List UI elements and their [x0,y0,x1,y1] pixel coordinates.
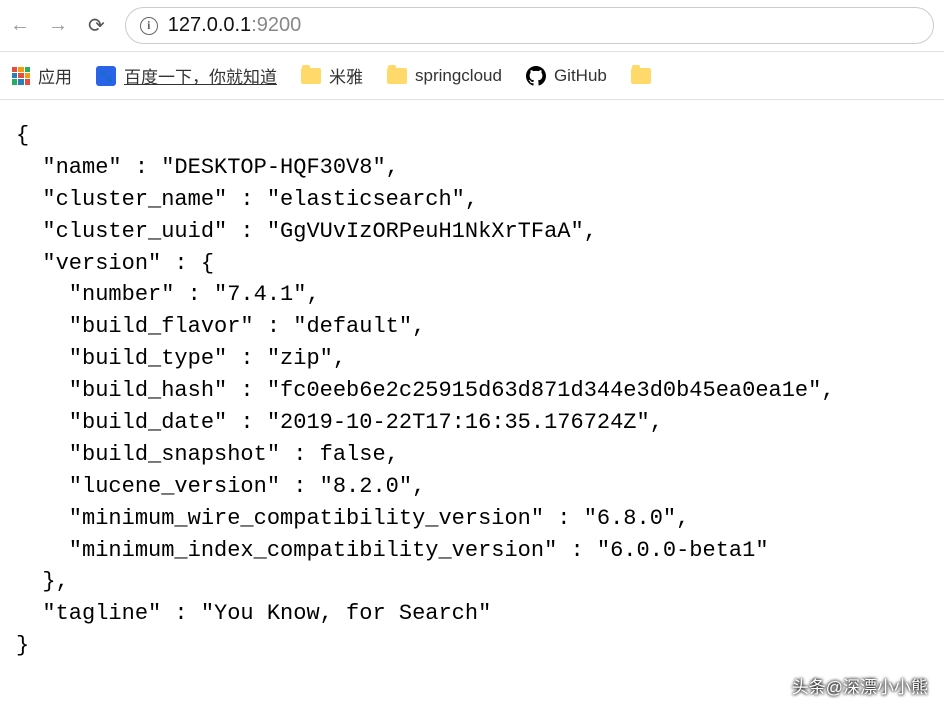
bookmark-folder-miya[interactable]: 米雅 [301,63,363,88]
bookmark-folder-springcloud[interactable]: springcloud [387,66,502,86]
json-line: "minimum_index_compatibility_version" : … [16,538,769,563]
bookmark-folder2-label: springcloud [415,66,502,86]
json-response-body: { "name" : "DESKTOP-HQF30V8", "cluster_n… [0,100,944,682]
json-line: "name" : "DESKTOP-HQF30V8", [16,155,399,180]
json-line: "build_flavor" : "default", [16,314,425,339]
bookmark-folder-extra[interactable] [631,68,651,84]
json-line: }, [16,569,69,594]
bookmark-github[interactable]: GitHub [526,66,607,86]
reload-button[interactable]: ⟳ [88,13,105,38]
json-line: "number" : "7.4.1", [16,282,320,307]
url-host: 127.0.0.1 [168,14,251,37]
json-line: "cluster_name" : "elasticsearch", [16,187,478,212]
json-line: "cluster_uuid" : "GgVUvIzORPeuH1NkXrTFaA… [16,219,597,244]
json-line: "tagline" : "You Know, for Search" [16,601,491,626]
github-icon [526,66,546,86]
bookmark-baidu-label: 百度一下，你就知道 [124,63,277,88]
folder-icon [301,68,321,84]
json-line: } [16,633,29,658]
json-line: { [16,123,29,148]
json-line: "lucene_version" : "8.2.0", [16,474,425,499]
folder-icon [631,68,651,84]
bookmark-folder1-label: 米雅 [329,63,363,88]
forward-button[interactable]: → [48,14,68,37]
watermark: 头条@深漂小小熊 [792,673,928,698]
info-icon[interactable]: i [140,17,158,35]
bookmark-github-label: GitHub [554,66,607,86]
bookmarks-bar: 应用 🐾 百度一下，你就知道 米雅 springcloud GitHub [0,52,944,100]
json-line: "build_type" : "zip", [16,346,346,371]
folder-icon [387,68,407,84]
json-line: "build_date" : "2019-10-22T17:16:35.1767… [16,410,663,435]
json-line: "build_snapshot" : false, [16,442,399,467]
json-line: "build_hash" : "fc0eeb6e2c25915d63d871d3… [16,378,835,403]
apps-button[interactable]: 应用 [12,63,72,88]
address-bar[interactable]: i 127.0.0.1:9200 [125,7,934,44]
browser-toolbar: ← → ⟳ i 127.0.0.1:9200 [0,0,944,52]
apps-icon [12,67,30,85]
apps-label: 应用 [38,63,72,88]
nav-arrows: ← → [10,14,68,37]
json-line: "version" : { [16,251,214,276]
bookmark-baidu[interactable]: 🐾 百度一下，你就知道 [96,63,277,88]
json-line: "minimum_wire_compatibility_version" : "… [16,506,689,531]
url-port: :9200 [251,14,301,37]
baidu-icon: 🐾 [96,66,116,86]
back-button[interactable]: ← [10,14,30,37]
